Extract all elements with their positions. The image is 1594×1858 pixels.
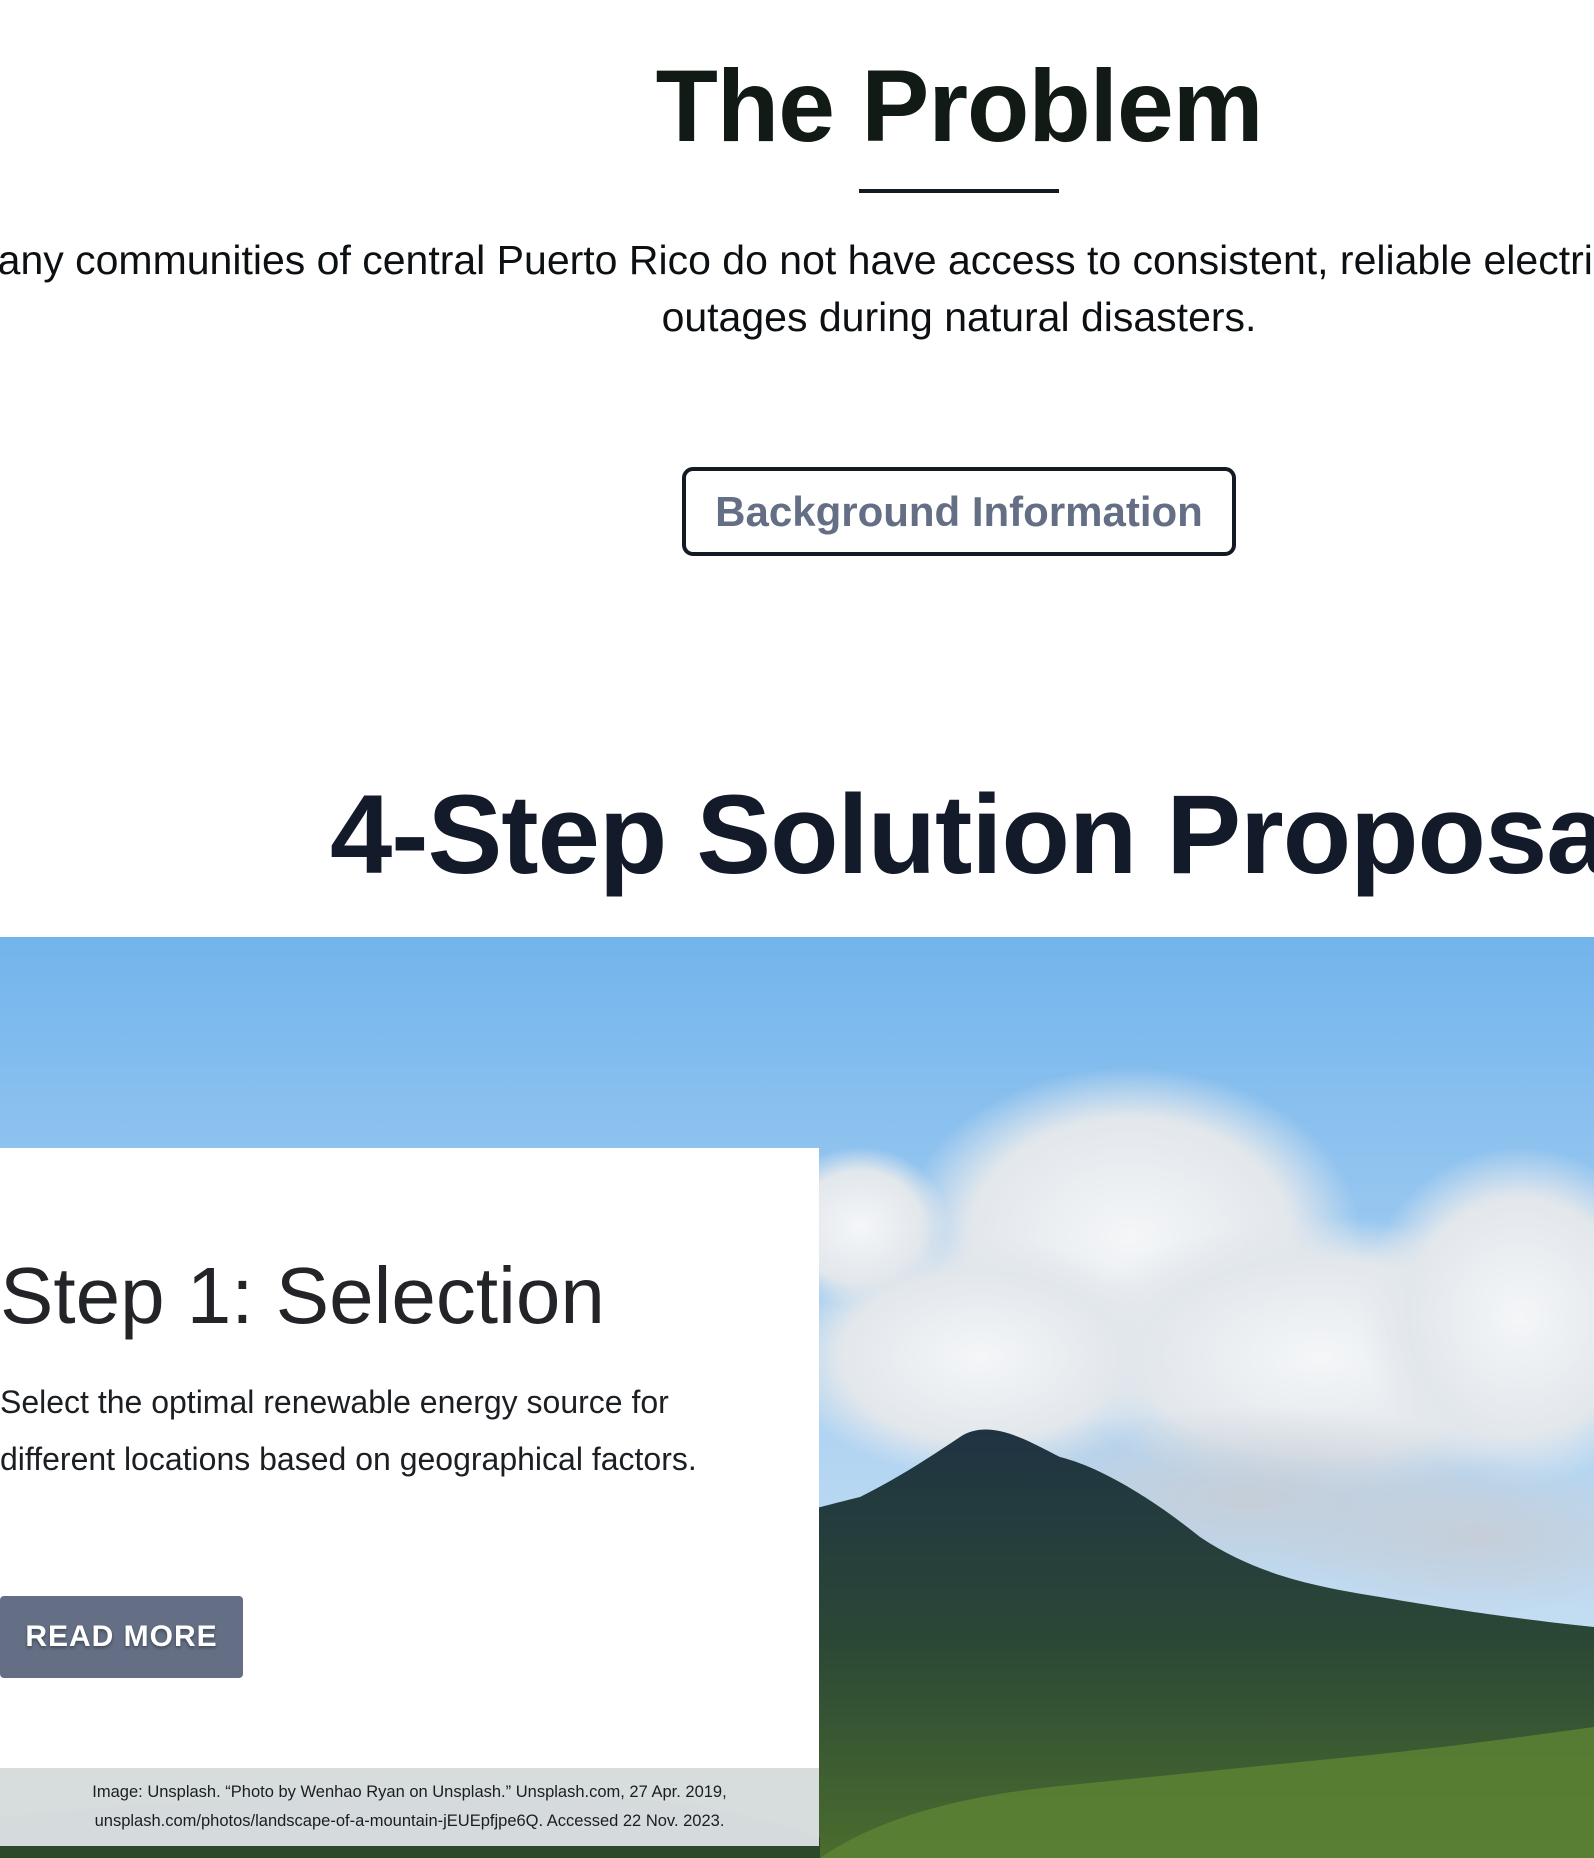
caption-line-1: Image: Unsplash. “Photo by Wenhao Ryan o…: [92, 1783, 727, 1801]
step-description: Select the optimal renewable energy sour…: [0, 1384, 697, 1477]
background-information-button[interactable]: Background Information: [682, 467, 1236, 556]
image-caption: Image: Unsplash. “Photo by Wenhao Ryan o…: [0, 1768, 819, 1846]
solution-title: 4-Step Solution Proposal: [330, 772, 1594, 897]
step-card: Step 1: Selection Select the optimal ren…: [0, 1148, 819, 1768]
problem-description: Many communities of central Puerto Rico …: [0, 237, 1594, 340]
read-more-button[interactable]: READ MORE: [0, 1596, 243, 1678]
title-divider: [859, 189, 1059, 193]
step-title: Step 1: Selection: [0, 1251, 605, 1340]
page: The Problem Many communities of central …: [0, 0, 1594, 1858]
problem-title: The Problem: [655, 49, 1264, 163]
caption-line-2: unsplash.com/photos/landscape-of-a-mount…: [94, 1812, 725, 1830]
